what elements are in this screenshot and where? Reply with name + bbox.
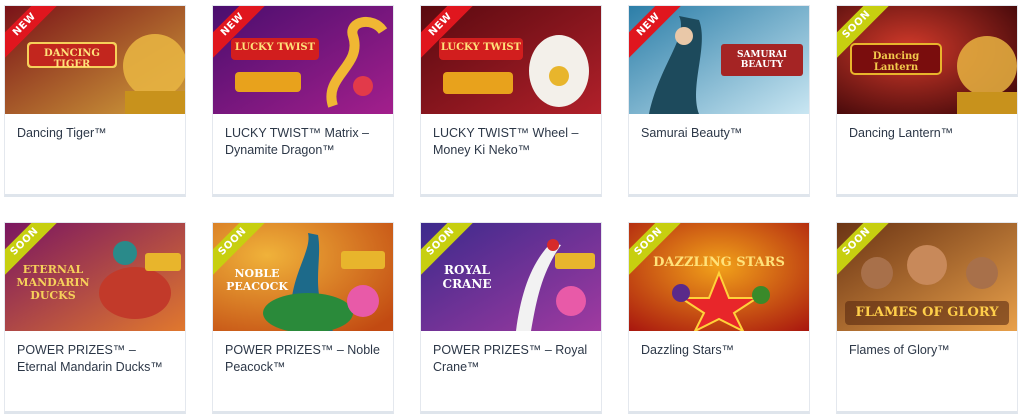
game-logo: Dancing Lantern xyxy=(872,51,920,73)
game-logo: NOBLE PEACOCK xyxy=(226,267,288,293)
game-title[interactable]: Dancing Tiger™ xyxy=(5,114,185,142)
game-thumbnail[interactable]: LUCKY TWIST NEW xyxy=(213,6,393,114)
game-card[interactable]: ETERNAL MANDARIN DUCKS SOON POWER PRIZES… xyxy=(4,222,186,414)
game-thumbnail[interactable]: ETERNAL MANDARIN DUCKS SOON xyxy=(5,223,185,331)
game-card[interactable]: SAMURAI BEAUTY NEW Samurai Beauty™ xyxy=(628,5,810,197)
game-title[interactable]: Samurai Beauty™ xyxy=(629,114,809,142)
game-card[interactable]: LUCKY TWIST NEW LUCKY TWIST™ Wheel – Mon… xyxy=(420,5,602,197)
game-thumbnail[interactable]: DANCING TIGER NEW xyxy=(5,6,185,114)
game-title[interactable]: POWER PRIZES™ – Eternal Mandarin Ducks™ xyxy=(5,331,185,376)
game-title[interactable]: POWER PRIZES™ – Noble Peacock™ xyxy=(213,331,393,376)
game-card[interactable]: DANCING TIGER NEW Dancing Tiger™ xyxy=(4,5,186,197)
game-logo: ROYAL CRANE xyxy=(442,263,492,291)
game-thumbnail[interactable]: FLAMES OF GLORY SOON xyxy=(837,223,1017,331)
game-title[interactable]: POWER PRIZES™ – Royal Crane™ xyxy=(421,331,601,376)
game-logo: ETERNAL MANDARIN DUCKS xyxy=(16,263,90,302)
game-title[interactable]: Dazzling Stars™ xyxy=(629,331,809,359)
game-logo: LUCKY TWIST xyxy=(440,42,522,53)
game-card[interactable]: FLAMES OF GLORY SOON Flames of Glory™ xyxy=(836,222,1018,414)
game-logo: SAMURAI BEAUTY xyxy=(737,50,787,70)
game-thumbnail[interactable]: SAMURAI BEAUTY NEW xyxy=(629,6,809,114)
game-card[interactable]: Dancing Lantern SOON Dancing Lantern™ xyxy=(836,5,1018,197)
game-thumbnail[interactable]: DAZZLING STARS SOON xyxy=(629,223,809,331)
game-logo: DANCING TIGER xyxy=(44,48,100,70)
game-title[interactable]: Dancing Lantern™ xyxy=(837,114,1017,142)
game-logo: FLAMES OF GLORY xyxy=(855,305,999,320)
game-card[interactable]: DAZZLING STARS SOON Dazzling Stars™ xyxy=(628,222,810,414)
game-title[interactable]: LUCKY TWIST™ Matrix – Dynamite Dragon™ xyxy=(213,114,393,159)
game-thumbnail[interactable]: LUCKY TWIST NEW xyxy=(421,6,601,114)
game-grid: DANCING TIGER NEW Dancing Tiger™ LUCKY T… xyxy=(0,0,1024,416)
game-logo: DAZZLING STARS xyxy=(653,255,785,270)
game-card[interactable]: NOBLE PEACOCK SOON POWER PRIZES™ – Noble… xyxy=(212,222,394,414)
game-thumbnail[interactable]: Dancing Lantern SOON xyxy=(837,6,1017,114)
game-card[interactable]: ROYAL CRANE SOON POWER PRIZES™ – Royal C… xyxy=(420,222,602,414)
game-title[interactable]: LUCKY TWIST™ Wheel – Money Ki Neko™ xyxy=(421,114,601,159)
game-thumbnail[interactable]: NOBLE PEACOCK SOON xyxy=(213,223,393,331)
game-logo: LUCKY TWIST xyxy=(234,42,316,53)
game-card[interactable]: LUCKY TWIST NEW LUCKY TWIST™ Matrix – Dy… xyxy=(212,5,394,197)
game-title[interactable]: Flames of Glory™ xyxy=(837,331,1017,359)
game-thumbnail[interactable]: ROYAL CRANE SOON xyxy=(421,223,601,331)
